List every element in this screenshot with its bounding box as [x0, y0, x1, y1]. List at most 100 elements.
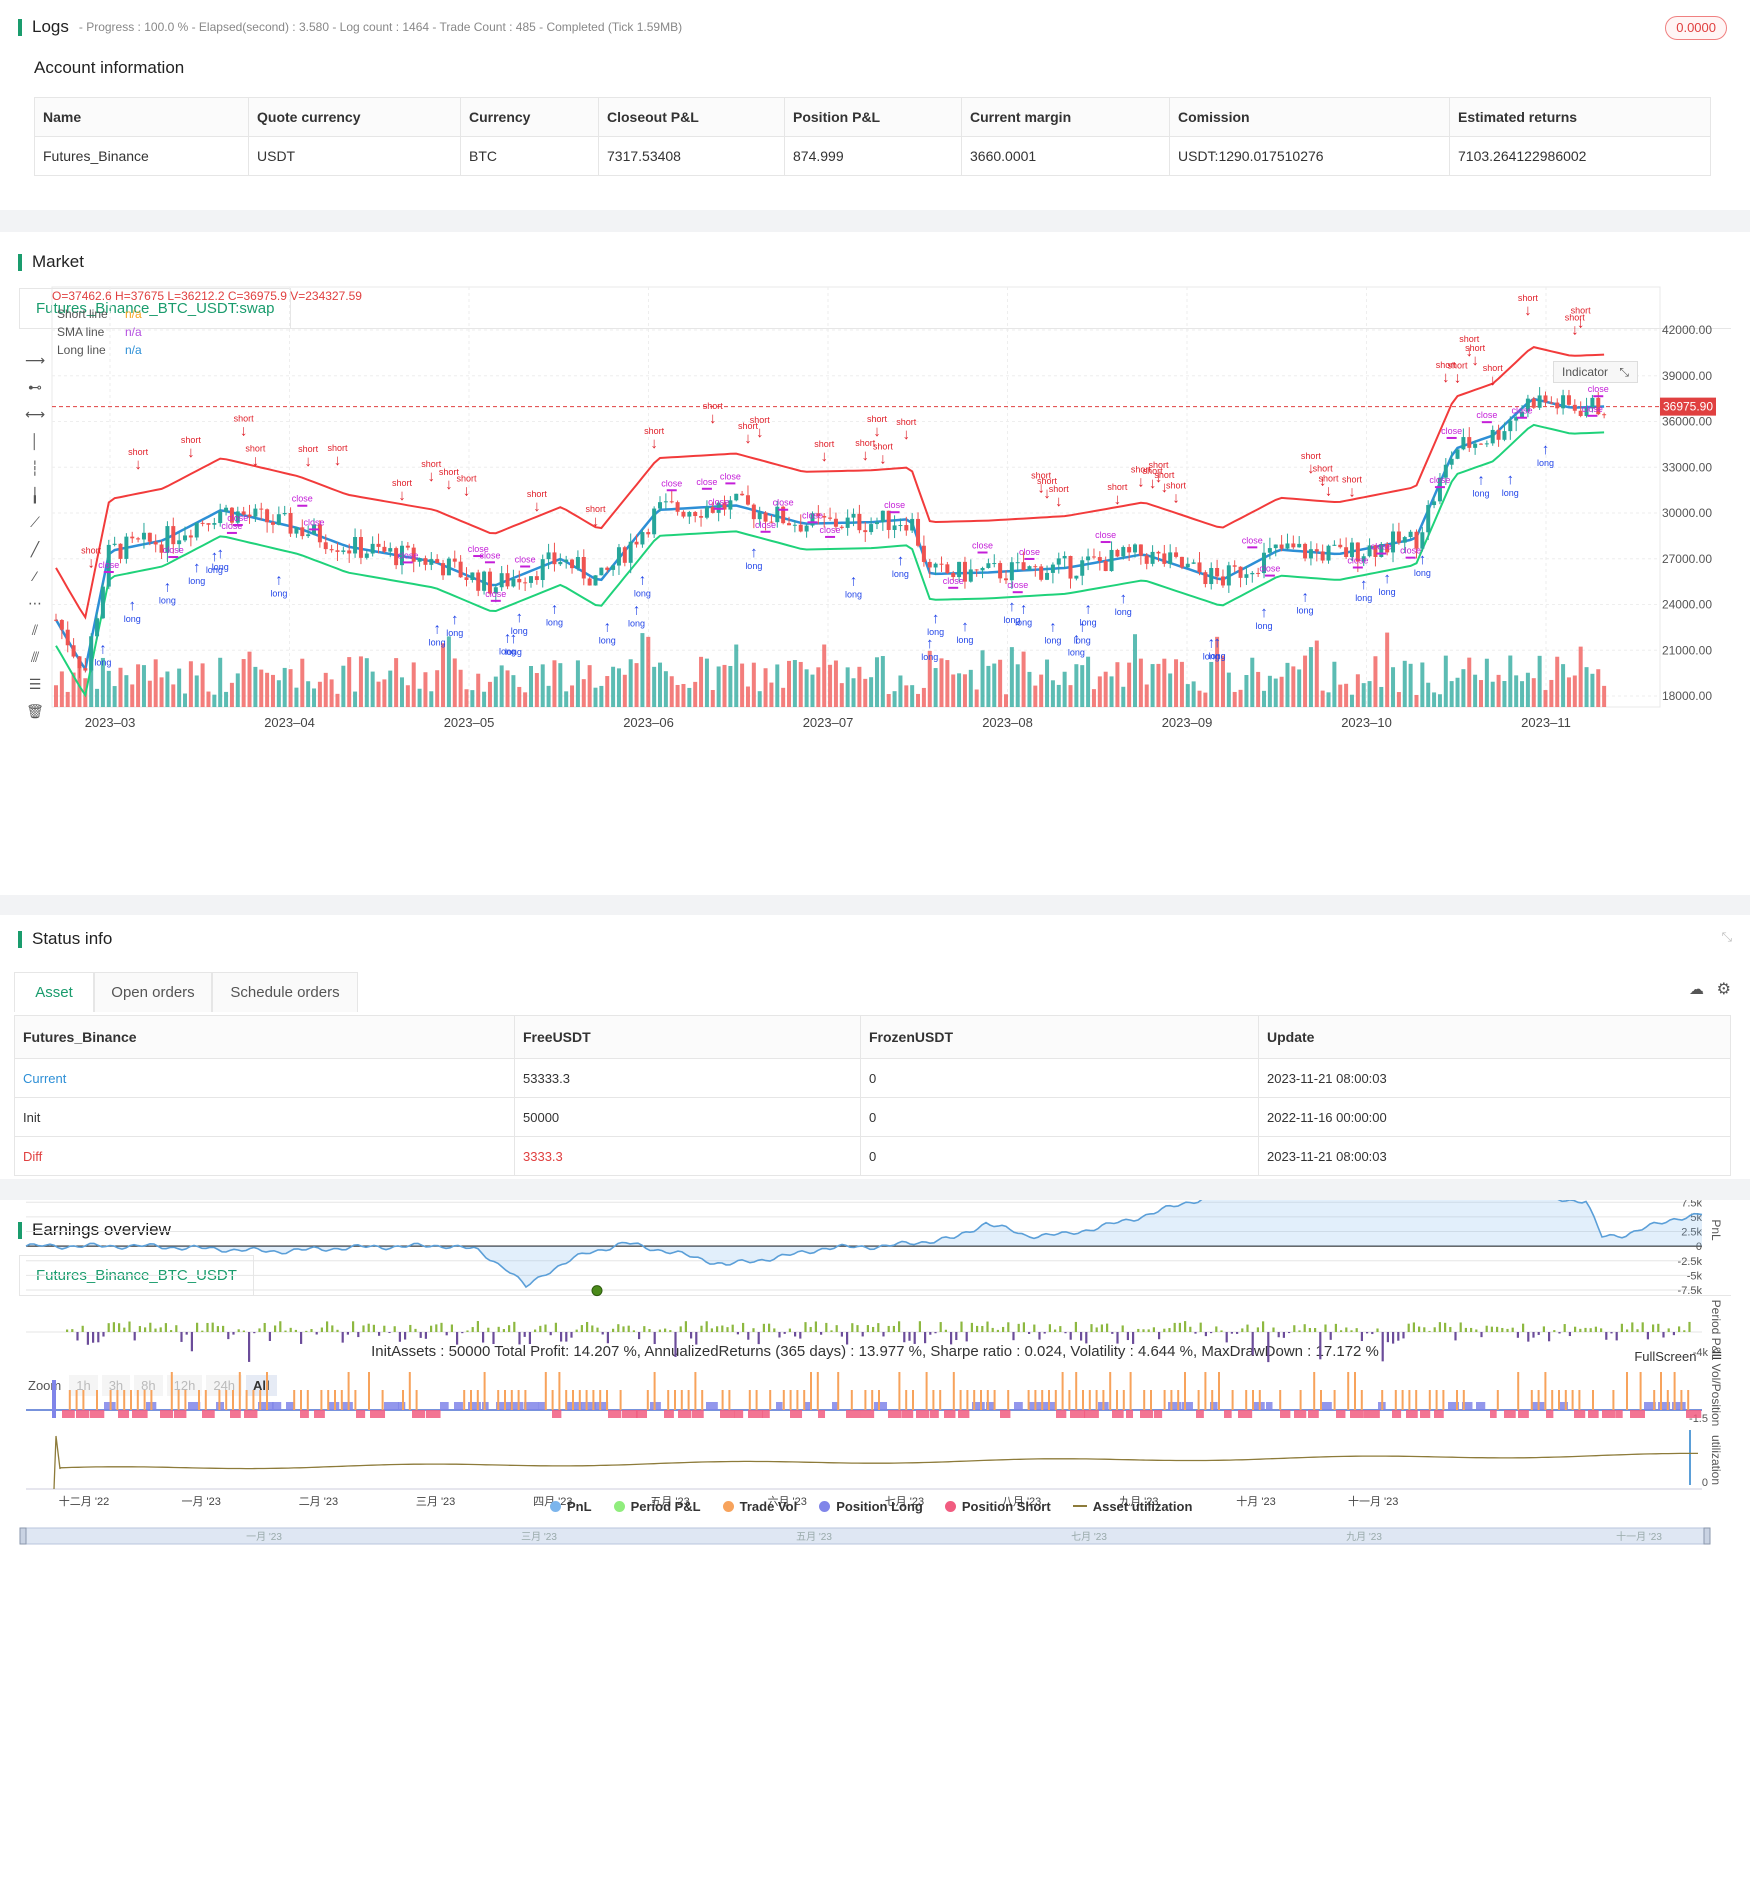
- volume-bar: [136, 664, 141, 707]
- candle-body: [874, 522, 879, 525]
- period-pnl-bar: [1345, 1327, 1348, 1332]
- volume-bar: [1045, 659, 1050, 707]
- expand-icon[interactable]: ⤡: [1619, 365, 1629, 379]
- period-pnl-bar: [950, 1332, 953, 1345]
- volume-bar: [200, 663, 205, 707]
- trade-vol-bar: [1143, 1390, 1146, 1410]
- candle-body: [1080, 560, 1085, 576]
- trade-vol-bar: [1122, 1390, 1125, 1410]
- candle-body: [1461, 437, 1466, 450]
- volume-bar: [1080, 665, 1085, 707]
- close-signal-label: close: [696, 477, 717, 487]
- volume-bar: [898, 675, 903, 707]
- position-spike: [52, 1380, 56, 1418]
- volume-bar: [1514, 675, 1519, 707]
- period-pnl-bar: [320, 1327, 323, 1332]
- period-pnl-bar: [1428, 1330, 1431, 1332]
- long-signal-label: long: [505, 647, 522, 657]
- legend-item-trade-vol[interactable]: Trade Vol: [722, 1499, 797, 1514]
- candle-body: [452, 558, 457, 562]
- price-chart[interactable]: 42000.00 39000.00 36000.00 33000.00 30000.00…: [0, 232, 1750, 895]
- volume-bar: [329, 679, 334, 707]
- short-arrow-icon: ↓: [1172, 490, 1180, 507]
- tab-open-orders[interactable]: Open orders: [94, 972, 212, 1012]
- legend-item-pnl[interactable]: PnL: [550, 1499, 592, 1514]
- legend-item-period-pnl[interactable]: Period P&L: [613, 1499, 701, 1514]
- close-signal-label: close: [773, 498, 794, 508]
- volume-bar: [1349, 694, 1354, 707]
- legend-item-position-short[interactable]: Position Short: [944, 1499, 1051, 1514]
- trade-vol-bar: [973, 1390, 976, 1410]
- table-cell: 7317.53408: [598, 136, 785, 176]
- volume-bar: [153, 659, 158, 707]
- position-block: [1308, 1410, 1319, 1418]
- volume-bar: [1068, 685, 1073, 707]
- cloud-icon[interactable]: ☁: [1689, 980, 1704, 998]
- volume-bar: [1373, 656, 1378, 707]
- trade-vol-bar: [1184, 1372, 1186, 1410]
- long-signal-label: long: [1537, 458, 1554, 468]
- candle-body: [1467, 437, 1472, 448]
- table-row: Init 50000 0 2022-11-16 00:00:00: [14, 1097, 1731, 1137]
- volume-bar: [1455, 677, 1460, 707]
- trade-vol-bar: [932, 1390, 935, 1410]
- volume-bar: [1596, 669, 1601, 707]
- period-pnl-bar: [768, 1323, 771, 1332]
- period-pnl-bar: [690, 1332, 693, 1339]
- indicator-button[interactable]: Indicator ⤡: [1553, 361, 1638, 383]
- candle-body: [259, 508, 264, 510]
- candle-body: [358, 537, 363, 558]
- volume-bar: [364, 658, 369, 707]
- tab-asset[interactable]: Asset: [14, 972, 94, 1012]
- position-block: [552, 1410, 562, 1418]
- period-pnl-bar: [461, 1332, 464, 1334]
- row-label-current[interactable]: Current: [14, 1058, 515, 1098]
- table-cell: USDT:1290.017510276: [1169, 136, 1450, 176]
- close-signal-label: close: [755, 520, 776, 530]
- trade-vol-bar: [1170, 1390, 1173, 1410]
- trade-vol-bar: [544, 1372, 547, 1410]
- period-pnl-bar: [1080, 1332, 1083, 1341]
- volume-bar: [1133, 634, 1138, 707]
- volume-bar: [1109, 676, 1114, 707]
- long-signal-label: long: [446, 628, 463, 638]
- period-pnl-bar: [762, 1323, 765, 1332]
- period-pnl-bar: [1017, 1323, 1020, 1332]
- volume-bar: [611, 666, 616, 707]
- close-signal-label: close: [884, 500, 905, 510]
- earnings-chart[interactable]: 12.5k10k7.5k5k2.5k0-2.5k-5k-7.5k-4k-1.50…: [0, 1200, 1750, 1899]
- close-signal-label: close: [397, 550, 418, 560]
- close-signal-label: close: [304, 517, 325, 527]
- trade-vol-bar: [667, 1390, 670, 1410]
- tab-schedule-orders[interactable]: Schedule orders: [212, 972, 358, 1012]
- gear-icon[interactable]: ⚙: [1717, 979, 1731, 999]
- candle-body: [570, 559, 575, 569]
- col-header: FrozenUSDT: [860, 1015, 1259, 1059]
- long-arrow-icon: ↑: [128, 597, 136, 614]
- volume-bar: [1127, 662, 1132, 707]
- volume-bar: [1602, 685, 1607, 707]
- period-pnl-bar: [1397, 1332, 1400, 1341]
- period-pnl-bar: [164, 1323, 167, 1332]
- legend-item-position-long[interactable]: Position Long: [819, 1499, 923, 1514]
- volume-bar: [933, 668, 938, 707]
- candle-body: [1250, 572, 1255, 575]
- volume-bar: [1367, 681, 1372, 707]
- legend-item-asset-utilization[interactable]: Asset utilization: [1072, 1499, 1192, 1514]
- short-arrow-icon: ↓: [592, 513, 600, 530]
- collapse-icon[interactable]: ⤡: [1722, 929, 1732, 945]
- logs-badge[interactable]: 0.0000: [1665, 16, 1727, 40]
- position-block: [1154, 1410, 1163, 1418]
- close-signal-label: close: [163, 545, 184, 555]
- candle-body: [1285, 543, 1290, 549]
- position-block: [314, 1410, 325, 1418]
- period-pnl-bar: [1678, 1326, 1681, 1332]
- position-block: [160, 1410, 174, 1418]
- position-block: [678, 1410, 692, 1418]
- position-block: [230, 1410, 241, 1418]
- position-block: [90, 1410, 105, 1418]
- volume-bar: [1461, 669, 1466, 707]
- price-tick-label: 36000.00: [1662, 415, 1712, 429]
- position-block: [1294, 1410, 1307, 1418]
- trade-vol-bar: [1381, 1390, 1384, 1410]
